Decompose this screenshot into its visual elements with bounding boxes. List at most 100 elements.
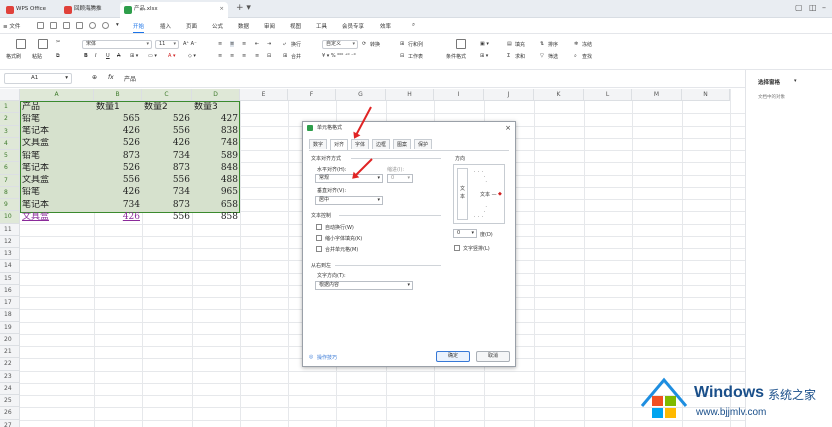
filter-button[interactable]: 筛选: [548, 53, 558, 60]
row-header[interactable]: 1: [0, 101, 20, 114]
underline-icon[interactable]: U: [106, 53, 110, 59]
freeze-icon[interactable]: ❄: [574, 41, 578, 47]
minimize-icon[interactable]: –: [822, 3, 826, 12]
column-header[interactable]: G: [336, 89, 386, 101]
table-cell[interactable]: 858: [194, 212, 238, 223]
row-header[interactable]: 12: [0, 235, 20, 248]
select-all-corner[interactable]: [0, 89, 20, 101]
align-top-icon[interactable]: ≡: [218, 41, 222, 47]
convert-icon[interactable]: ⟳: [362, 41, 366, 47]
tab-number[interactable]: 数字: [309, 139, 327, 149]
tab-template[interactable]: 回顾海腾推: [60, 2, 116, 18]
font-size-select[interactable]: 11: [155, 40, 179, 49]
menu-efficiency[interactable]: 效率: [380, 22, 391, 30]
row-header[interactable]: 23: [0, 370, 20, 383]
column-header[interactable]: F: [288, 89, 336, 101]
table-cell[interactable]: 426: [96, 126, 140, 137]
menu-view[interactable]: 视图: [290, 22, 301, 30]
close-icon[interactable]: ×: [505, 122, 511, 134]
column-header[interactable]: N: [682, 89, 730, 101]
row-header[interactable]: 4: [0, 137, 20, 150]
conditional-format-button[interactable]: 条件格式: [446, 53, 466, 60]
menu-member[interactable]: 会员专享: [342, 22, 364, 30]
cancel-button[interactable]: 取消: [476, 351, 510, 362]
table-cell[interactable]: 产品: [22, 102, 92, 113]
align-left-icon[interactable]: ≡: [218, 53, 222, 59]
align-center-icon[interactable]: ≡: [230, 53, 234, 59]
column-header[interactable]: D: [192, 89, 240, 101]
table-cell[interactable]: 526: [96, 138, 140, 149]
paste-icon[interactable]: [38, 39, 48, 49]
table-cell[interactable]: 556: [144, 212, 190, 223]
row-header[interactable]: 27: [0, 419, 20, 427]
font-color-icon[interactable]: A ▾: [168, 53, 176, 59]
row-header[interactable]: 17: [0, 297, 20, 310]
rows-cols-icon[interactable]: ⊞: [400, 41, 404, 47]
table-style-icon[interactable]: ⊞ ▾: [480, 53, 488, 59]
paste-label[interactable]: 粘贴: [32, 53, 42, 60]
table-cell[interactable]: 426: [96, 187, 140, 198]
table-cell[interactable]: 565: [96, 114, 140, 125]
table-cell[interactable]: 426: [144, 138, 190, 149]
menu-formula[interactable]: 公式: [212, 22, 223, 30]
indent-stepper[interactable]: 0: [387, 174, 413, 183]
file-menu[interactable]: ≡ 文件: [3, 22, 20, 30]
row-header[interactable]: 13: [0, 248, 20, 261]
sum-icon[interactable]: Σ: [507, 53, 510, 59]
table-cell[interactable]: 848: [194, 163, 238, 174]
table-cell[interactable]: 文具盒: [22, 138, 92, 149]
rows-cols-button[interactable]: 行和列: [408, 41, 423, 48]
merge-button[interactable]: 合并: [291, 53, 301, 60]
save-icon[interactable]: [37, 22, 44, 29]
table-cell[interactable]: 数量3: [194, 102, 238, 113]
sum-button[interactable]: 求和: [515, 53, 525, 60]
row-header[interactable]: 15: [0, 272, 20, 285]
outdent-icon[interactable]: ⇥: [267, 41, 271, 47]
table-cell[interactable]: 734: [144, 187, 190, 198]
row-header[interactable]: 11: [0, 223, 20, 236]
number-format-select[interactable]: 自定义: [322, 40, 358, 49]
orientation-handle-icon[interactable]: ◆: [498, 191, 502, 197]
table-cell[interactable]: 838: [194, 126, 238, 137]
row-header[interactable]: 3: [0, 125, 20, 138]
align-right-icon[interactable]: ≡: [242, 53, 246, 59]
row-header[interactable]: 22: [0, 358, 20, 371]
chevron-down-icon[interactable]: ▾: [794, 78, 797, 84]
table-cell[interactable]: 734: [144, 151, 190, 162]
table-cell[interactable]: 笔记本: [22, 163, 92, 174]
ok-button[interactable]: 确定: [436, 351, 470, 362]
row-header[interactable]: 21: [0, 346, 20, 359]
merge-icon[interactable]: ⊞: [283, 53, 287, 59]
table-cell[interactable]: 873: [96, 151, 140, 162]
row-header[interactable]: 5: [0, 150, 20, 163]
bold-icon[interactable]: B: [84, 53, 88, 59]
quick-more-icon[interactable]: ▾: [116, 22, 119, 28]
distribute-icon[interactable]: ⊟: [267, 53, 271, 59]
copy-icon[interactable]: ⧉: [56, 53, 60, 59]
v-align-select[interactable]: 居中: [315, 196, 383, 205]
find-icon[interactable]: ⌕: [574, 53, 577, 59]
column-header[interactable]: I: [434, 89, 484, 101]
menu-review[interactable]: 审阅: [264, 22, 275, 30]
filter-icon[interactable]: ▽: [540, 53, 544, 59]
font-name-select[interactable]: 宋体: [82, 40, 152, 49]
column-header[interactable]: E: [240, 89, 288, 101]
convert-button[interactable]: 转换: [370, 41, 380, 48]
cut-icon[interactable]: ✂: [56, 39, 60, 45]
menu-insert[interactable]: 插入: [160, 22, 171, 30]
row-header[interactable]: 20: [0, 333, 20, 346]
redo-icon[interactable]: [102, 22, 109, 29]
sort-button[interactable]: 排序: [548, 41, 558, 48]
row-header[interactable]: 24: [0, 382, 20, 395]
menu-tools[interactable]: 工具: [316, 22, 327, 30]
table-cell[interactable]: 658: [194, 200, 238, 211]
menu-home[interactable]: 开始: [133, 22, 145, 33]
table-cell[interactable]: 488: [194, 175, 238, 186]
function-icon[interactable]: fx: [108, 74, 114, 81]
table-cell[interactable]: 526: [144, 114, 190, 125]
justify-icon[interactable]: ≡: [255, 53, 259, 59]
table-cell[interactable]: 556: [96, 175, 140, 186]
clear-icon[interactable]: ◇ ▾: [188, 53, 196, 59]
tab-pattern[interactable]: 图案: [393, 139, 411, 149]
merge-cells-checkbox[interactable]: [316, 246, 322, 252]
